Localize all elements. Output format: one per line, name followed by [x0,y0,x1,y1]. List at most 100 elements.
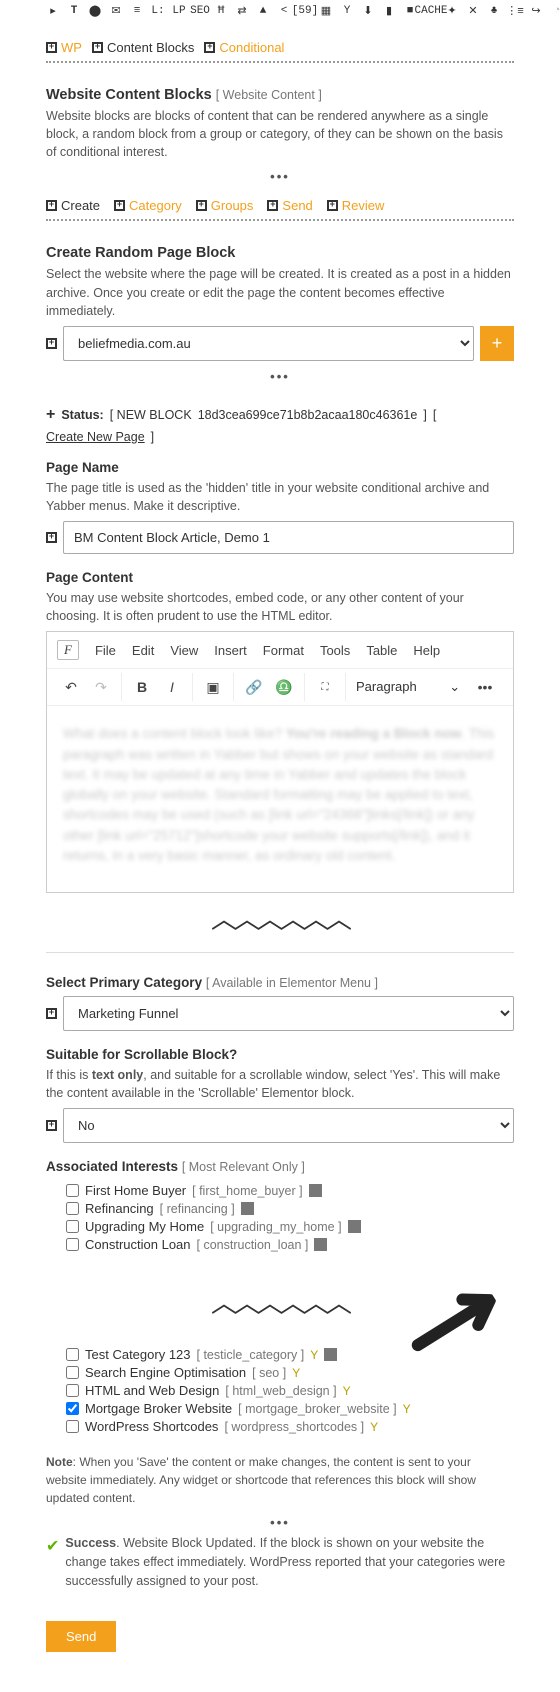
toolbar-icon[interactable]: ◔ [550,4,560,18]
interest-item[interactable]: Upgrading My Home [ upgrading_my_home ] [66,1219,494,1234]
editor-menu-f[interactable]: F [57,640,79,660]
interests-checklist: First Home Buyer [ first_home_buyer ] Re… [46,1178,514,1257]
toolbar-icon[interactable]: ▦ [319,4,333,18]
check-icon: ✔ [46,1535,59,1559]
interest-item[interactable]: WordPress Shortcodes [ wordpress_shortco… [66,1419,494,1434]
chevron-down-icon: ⌄ [449,679,460,694]
rich-text-editor: F File Edit View Insert Format Tools Tab… [46,631,514,893]
plus-icon[interactable] [46,532,57,543]
toolbar-icon[interactable]: ⬤ [88,4,102,18]
plus-icon[interactable] [46,1120,57,1131]
interest-checkbox[interactable] [66,1202,79,1215]
editor-menu-view[interactable]: View [170,643,198,658]
interest-item[interactable]: HTML and Web Design [ html_web_design ] … [66,1383,494,1398]
tab-create[interactable]: Create [46,198,100,213]
interest-label: Test Category 123 [85,1347,191,1362]
interest-checkbox[interactable] [66,1220,79,1233]
editor-menu-edit[interactable]: Edit [132,643,154,658]
plus-icon [267,200,278,211]
scrollable-row: No [46,1108,514,1143]
interest-item[interactable]: First Home Buyer [ first_home_buyer ] [66,1183,494,1198]
tab-groups[interactable]: Groups [196,198,254,213]
toolbar-icon[interactable]: [59] [298,4,312,18]
page-name-input[interactable] [63,521,514,554]
toolbar-icon[interactable]: CACHE [424,4,438,18]
tab-category[interactable]: Category [114,198,182,213]
tab-send[interactable]: Send [267,198,312,213]
toolbar-icon[interactable]: ▸ [46,4,60,18]
editor-menu-format[interactable]: Format [263,643,304,658]
interest-label: Upgrading My Home [85,1219,204,1234]
toolbar-icon[interactable]: ✦ [445,4,459,18]
more-icon[interactable]: ••• [471,673,499,701]
toolbar-icon[interactable]: LP [172,4,186,18]
interest-checkbox[interactable] [66,1348,79,1361]
scrollable-select[interactable]: No [63,1108,514,1143]
interest-item[interactable]: Refinancing [ refinancing ] [66,1201,494,1216]
interest-checkbox[interactable] [66,1366,79,1379]
toolbar-icon[interactable]: T [67,4,81,18]
interest-slug: [ wordpress_shortcodes ] [224,1420,364,1434]
toolbar-icon[interactable]: ⇄ [235,4,249,18]
top-toolbar: ▸ T ⬤ ✉ ≡ L: LP SEO Ħ ⇄ ▲ < [59] ▦ Y ⬇ ▮… [46,0,514,24]
editor-menu-tools[interactable]: Tools [320,643,350,658]
editor-menu-insert[interactable]: Insert [214,643,247,658]
add-site-button[interactable]: + [480,326,514,361]
editor-menu-table[interactable]: Table [366,643,397,658]
plus-icon[interactable] [46,1008,57,1019]
anchor-icon[interactable]: ♎ [270,673,298,701]
toolbar-icon[interactable]: Y [340,4,354,18]
toolbar-icon[interactable]: SEO [193,4,207,18]
separator-dots: ••• [46,369,514,384]
toolbar-icon[interactable]: ✕ [466,4,480,18]
toolbar-icon[interactable]: ✉ [109,4,123,18]
plus-icon [204,42,215,53]
toolbar-icon[interactable]: ▮ [382,4,396,18]
image-icon[interactable]: ▣ [199,673,227,701]
primary-category-select[interactable]: Marketing Funnel [63,996,514,1031]
undo-icon[interactable]: ↶ [57,673,85,701]
tab-review[interactable]: Review [327,198,385,213]
interest-checkbox[interactable] [66,1420,79,1433]
tab-content-blocks[interactable]: Content Blocks [92,40,194,55]
interest-checkbox[interactable] [66,1238,79,1251]
interest-slug: [ testicle_category ] [197,1348,305,1362]
page-name-title: Page Name [46,460,514,475]
send-button[interactable]: Send [46,1621,116,1652]
interest-label: Mortgage Broker Website [85,1401,232,1416]
interest-item[interactable]: Mortgage Broker Website [ mortgage_broke… [66,1401,494,1416]
italic-icon[interactable]: I [158,673,186,701]
editor-body[interactable]: What does a content block look like? You… [47,706,513,892]
editor-menu-file[interactable]: File [95,643,116,658]
site-select[interactable]: beliefmedia.com.au [63,326,474,361]
toolbar-icon[interactable]: < [277,4,291,18]
toolbar-icon[interactable]: ↪ [529,4,543,18]
toolbar-icon[interactable]: ⬇ [361,4,375,18]
fullscreen-icon[interactable]: ⛶ [311,673,339,701]
toolbar-icon[interactable]: Ħ [214,4,228,18]
editor-menu-help[interactable]: Help [413,643,440,658]
create-new-page-link[interactable]: Create New Page [46,430,145,444]
editor-menubar: F File Edit View Insert Format Tools Tab… [47,632,513,669]
plus-icon[interactable]: + [46,406,55,424]
plus-icon [46,42,57,53]
tab-conditional[interactable]: Conditional [204,40,284,55]
toolbar-icon[interactable]: L: [151,4,165,18]
toolbar-icon[interactable]: ≡ [130,4,144,18]
plus-icon[interactable] [46,338,57,349]
interest-checkbox[interactable] [66,1402,79,1415]
toolbar-icon[interactable]: ⋮≡ [508,4,522,18]
sub-tabs: Create Category Groups Send Review [46,188,514,221]
toolbar-icon[interactable]: ♣ [487,4,501,18]
link-icon[interactable]: 🔗 [240,673,268,701]
paragraph-select[interactable]: Paragraph ⌄ [356,679,460,695]
interest-checkbox[interactable] [66,1384,79,1397]
toolbar-icon[interactable]: ▲ [256,4,270,18]
interest-item[interactable]: Construction Loan [ construction_loan ] [66,1237,494,1252]
calculator-icon [314,1238,327,1251]
success-message: ✔ Success. Website Block Updated. If the… [46,1534,514,1590]
redo-icon[interactable]: ↷ [87,673,115,701]
tab-wp[interactable]: WP [46,40,82,55]
interest-checkbox[interactable] [66,1184,79,1197]
bold-icon[interactable]: B [128,673,156,701]
